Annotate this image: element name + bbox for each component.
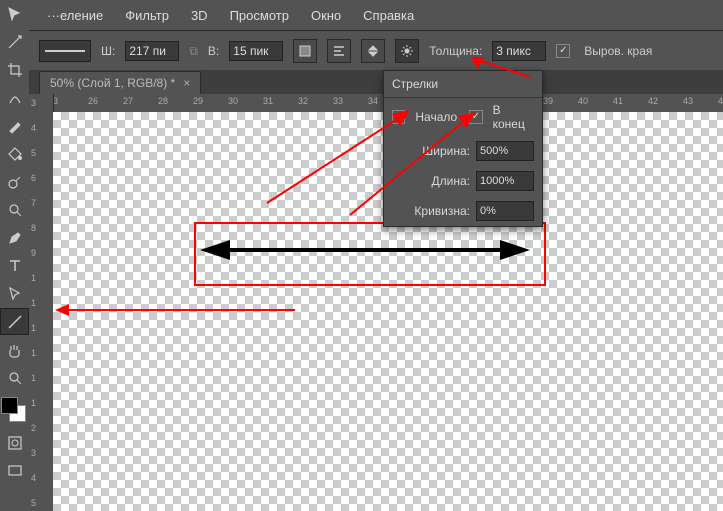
document-tabs: 50% (Слой 1, RGB/8) * ×: [29, 70, 723, 94]
menu-bar: ···еление Фильтр 3D Просмотр Окно Справк…: [29, 0, 723, 30]
end-label: В конец: [493, 103, 534, 131]
color-swatches[interactable]: [1, 397, 27, 423]
ruler-vertical: 34567891111112345: [29, 94, 54, 511]
menu-3d[interactable]: 3D: [191, 8, 208, 23]
height-label: В:: [208, 44, 219, 58]
width-label: Ш:: [101, 44, 115, 58]
tool-brush[interactable]: [0, 112, 29, 139]
tool-path-select[interactable]: [0, 280, 29, 307]
end-checkbox[interactable]: [469, 110, 482, 124]
align-icon[interactable]: [327, 39, 351, 63]
tool-text[interactable]: [0, 252, 29, 279]
popup-title: Стрелки: [384, 71, 542, 98]
tool-heal[interactable]: [0, 84, 29, 111]
align-edges-checkbox[interactable]: [556, 44, 570, 58]
swatch-foreground[interactable]: [1, 397, 18, 414]
popup-length-label: Длина:: [432, 174, 470, 188]
tool-wand[interactable]: [0, 28, 29, 55]
quickmask-toggle[interactable]: [0, 429, 29, 456]
menu-view[interactable]: Просмотр: [230, 8, 289, 23]
tool-hand[interactable]: [0, 336, 29, 363]
stroke-preview[interactable]: [39, 40, 91, 62]
tools-panel: [0, 0, 30, 511]
thickness-label: Толщина:: [429, 44, 482, 58]
tool-bucket[interactable]: [0, 140, 29, 167]
link-icon[interactable]: ⧉: [189, 44, 198, 59]
arrange-icon[interactable]: [361, 39, 385, 63]
document-tab[interactable]: 50% (Слой 1, RGB/8) * ×: [39, 71, 201, 94]
start-label: Начало: [415, 110, 457, 124]
menu-filter[interactable]: Фильтр: [125, 8, 169, 23]
close-icon[interactable]: ×: [183, 76, 190, 90]
popup-curve-label: Кривизна:: [414, 204, 470, 218]
align-edges-label: Выров. края: [584, 44, 652, 58]
fill-mode-icon[interactable]: [293, 39, 317, 63]
tool-dodge[interactable]: [0, 168, 29, 195]
tool-magnify[interactable]: [0, 364, 29, 391]
thickness-input[interactable]: [492, 41, 546, 61]
popup-curve-input[interactable]: [476, 201, 534, 221]
menu-window[interactable]: Окно: [311, 8, 341, 23]
gear-icon[interactable]: [395, 39, 419, 63]
start-checkbox[interactable]: [392, 110, 405, 124]
tool-crop[interactable]: [0, 56, 29, 83]
tool-line[interactable]: [0, 308, 29, 335]
popup-length-input[interactable]: [476, 171, 534, 191]
tool-pen[interactable]: [0, 224, 29, 251]
tool-zoom[interactable]: [0, 196, 29, 223]
height-input[interactable]: [229, 41, 283, 61]
options-bar: Ш: ⧉ В: Толщина: Выров. края: [29, 30, 723, 72]
annotation-box: [194, 222, 546, 286]
width-input[interactable]: [125, 41, 179, 61]
menu-help[interactable]: Справка: [363, 8, 414, 23]
arrows-popup: Стрелки Начало В конец Ширина: Длина: Кр…: [383, 70, 543, 227]
tab-title: 50% (Слой 1, RGB/8) *: [50, 76, 175, 90]
popup-width-input[interactable]: [476, 141, 534, 161]
popup-width-label: Ширина:: [422, 144, 470, 158]
screenmode-toggle[interactable]: [0, 457, 29, 484]
menu-edit[interactable]: ···еление: [47, 8, 103, 23]
tool-move[interactable]: [0, 0, 29, 27]
